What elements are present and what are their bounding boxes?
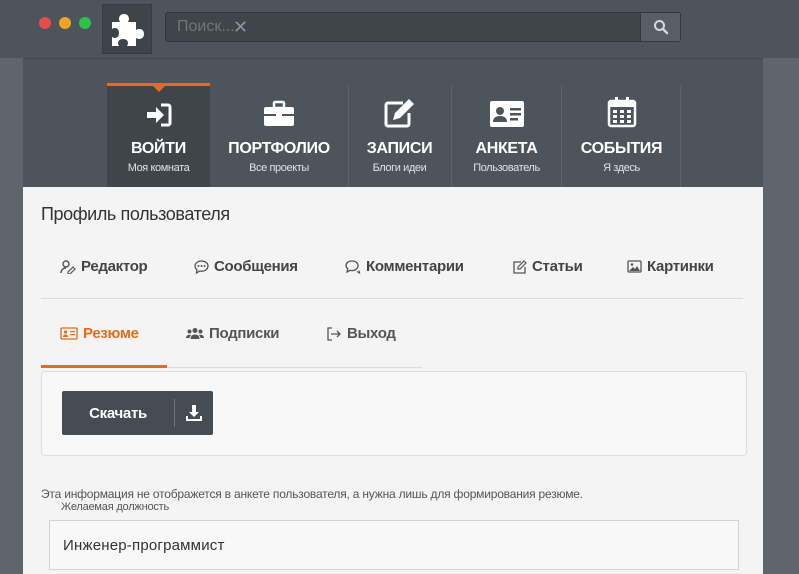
tab-label: Сообщения bbox=[214, 258, 298, 275]
nav-item-sublabel: Блоги идеи bbox=[372, 162, 427, 174]
nav-item-login[interactable]: ВОЙТИ Моя комната bbox=[107, 83, 210, 194]
nav-divider bbox=[680, 86, 681, 188]
tab-label: Резюме bbox=[83, 325, 139, 342]
calendar-icon bbox=[607, 97, 636, 128]
download-icon bbox=[186, 405, 202, 421]
nav-item-label: ЗАПИСИ bbox=[366, 140, 433, 157]
nav-item-sublabel: Моя комната bbox=[127, 162, 190, 174]
info-text: Эта информация не отображется в анкете п… bbox=[41, 487, 583, 501]
tab-label: Редактор bbox=[81, 258, 148, 275]
app-logo[interactable] bbox=[102, 4, 152, 54]
sign-out-icon bbox=[327, 326, 341, 341]
chat-icon bbox=[194, 259, 209, 274]
active-tab-underline bbox=[41, 365, 167, 368]
search-bar: ✕ bbox=[165, 12, 681, 42]
clear-search-icon[interactable]: ✕ bbox=[233, 17, 248, 37]
position-field-label: Желаемая должность bbox=[61, 501, 170, 513]
nav-item-sublabel: Все проекты bbox=[249, 162, 309, 174]
nav-item-sublabel: Пользователь bbox=[473, 162, 540, 174]
tab-editor[interactable]: Редактор bbox=[60, 258, 148, 275]
nav-item-label: ВОЙТИ bbox=[131, 140, 186, 157]
tab-articles[interactable]: Статьи bbox=[512, 258, 583, 275]
active-indicator bbox=[152, 86, 165, 92]
id-card-icon bbox=[489, 101, 524, 127]
search-button[interactable] bbox=[640, 13, 680, 41]
nav-divider bbox=[561, 86, 562, 188]
id-card-icon bbox=[60, 327, 78, 340]
search-icon bbox=[653, 20, 668, 35]
tab-label: Подписки bbox=[209, 325, 280, 342]
download-button[interactable]: Скачать bbox=[62, 391, 213, 435]
image-icon bbox=[627, 260, 642, 273]
maximize-window-button[interactable] bbox=[79, 17, 91, 29]
nav-divider bbox=[348, 86, 349, 188]
tab-label: Статьи bbox=[532, 258, 583, 275]
nav-item-profile[interactable]: АНКЕТА Пользователь bbox=[452, 86, 561, 188]
tab-logout[interactable]: Выход bbox=[326, 325, 396, 342]
download-button-label: Скачать bbox=[89, 404, 147, 422]
tab-label: Картинки bbox=[647, 258, 714, 275]
edit-icon bbox=[384, 99, 414, 128]
user-edit-icon bbox=[60, 259, 76, 274]
pencil-square-icon bbox=[513, 259, 527, 274]
nav-item-label: АНКЕТА bbox=[475, 140, 538, 157]
tab-resume[interactable]: Резюме bbox=[60, 325, 139, 342]
nav-item-label: ПОРТФОЛИО bbox=[228, 140, 330, 157]
nav-item-label: СОБЫТИЯ bbox=[580, 140, 663, 157]
tab-messages[interactable]: Сообщения bbox=[194, 258, 298, 275]
users-icon bbox=[186, 328, 204, 339]
main-nav: ВОЙТИ Моя комната ПОРТФОЛИО Все проекты … bbox=[23, 58, 763, 194]
tab-subscriptions[interactable]: Подписки bbox=[186, 325, 280, 342]
comments-icon bbox=[345, 259, 361, 274]
nav-item-events[interactable]: СОБЫТИЯ Я здесь bbox=[562, 86, 681, 188]
page-title: Профиль пользователя bbox=[41, 204, 230, 224]
close-window-button[interactable] bbox=[39, 17, 51, 29]
minimize-window-button[interactable] bbox=[59, 17, 71, 29]
sign-in-icon bbox=[146, 103, 171, 127]
briefcase-icon bbox=[264, 100, 294, 126]
puzzle-icon bbox=[112, 14, 144, 46]
tab-comments[interactable]: Комментарии bbox=[345, 258, 464, 275]
profile-tabs: Редактор Сообщения Комментарии Статьи Ка… bbox=[41, 250, 743, 299]
tab-images[interactable]: Картинки bbox=[627, 258, 714, 275]
tab-label: Выход bbox=[347, 325, 396, 342]
position-field[interactable]: Инженер-программист bbox=[49, 520, 739, 570]
nav-item-sublabel: Я здесь bbox=[603, 162, 640, 174]
tab-label: Комментарии bbox=[366, 258, 464, 275]
resume-tabs: Резюме Подписки Выход bbox=[41, 312, 422, 368]
nav-divider bbox=[451, 86, 452, 188]
nav-item-portfolio[interactable]: ПОРТФОЛИО Все проекты bbox=[213, 86, 345, 188]
nav-item-posts[interactable]: ЗАПИСИ Блоги идеи bbox=[348, 86, 451, 188]
